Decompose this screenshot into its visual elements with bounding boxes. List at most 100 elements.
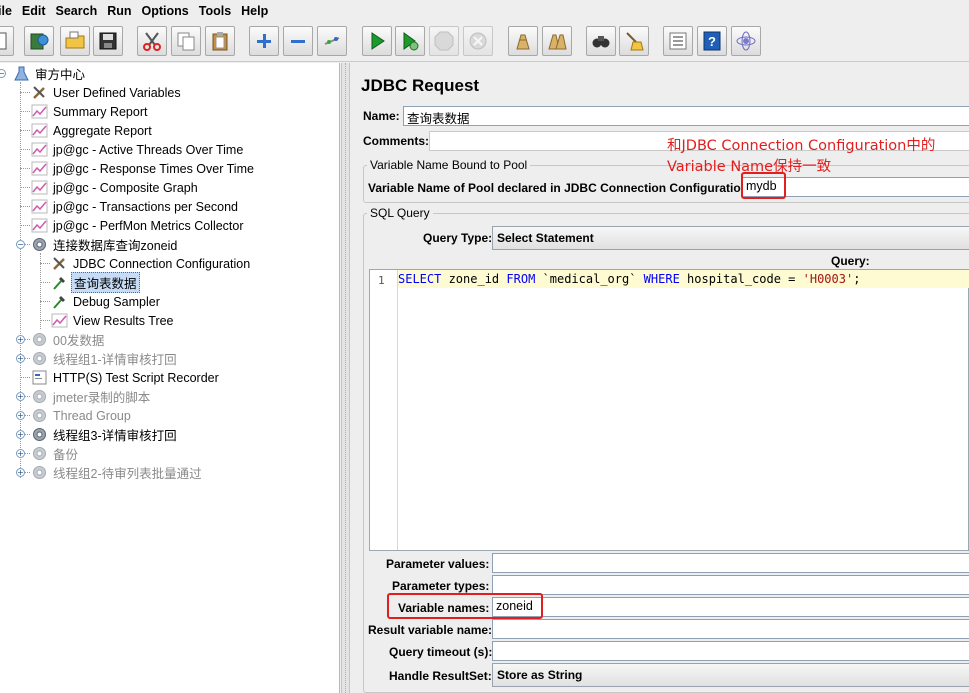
search-icon (592, 36, 610, 48)
editor-gutter: 1 (370, 270, 398, 550)
tree-item-user-defined-variables[interactable]: User Defined Variables (30, 83, 183, 102)
paste-button[interactable] (205, 26, 235, 56)
menu-help[interactable]: Help (235, 4, 272, 18)
tree-item-thread-group-3[interactable]: 线程组3-详情审核打回 (30, 425, 179, 444)
sql-token: `medical_org` (535, 272, 644, 286)
collapse-button[interactable] (283, 26, 313, 56)
expand-button[interactable] (249, 26, 279, 56)
result-variable-name-field[interactable] (492, 619, 969, 639)
sql-code-line[interactable]: SELECT zone_id FROM `medical_org` WHERE … (398, 270, 969, 288)
tree-expander[interactable]: + (16, 392, 25, 401)
tree-item-response-times[interactable]: jp@gc - Response Times Over Time (30, 159, 256, 178)
tree-expander[interactable]: + (16, 468, 25, 477)
function-helper-icon (669, 32, 687, 50)
tree-item-backup[interactable]: 备份 (30, 444, 80, 463)
sql-editor[interactable]: 1 SELECT zone_id FROM `medical_org` WHER… (369, 269, 969, 551)
copy-button[interactable] (171, 26, 201, 56)
wrench-icon (50, 255, 68, 272)
new-button[interactable] (0, 26, 14, 56)
menu-options[interactable]: Options (136, 4, 193, 18)
tree-expander[interactable]: + (16, 335, 25, 344)
start-button[interactable] (362, 26, 392, 56)
tree-item-perfmon[interactable]: jp@gc - PerfMon Metrics Collector (30, 216, 246, 235)
split-pane-divider[interactable] (341, 63, 350, 693)
tree-expander[interactable]: + (16, 354, 25, 363)
tree-expander[interactable]: + (16, 449, 25, 458)
tree-item-aggregate-report[interactable]: Aggregate Report (30, 121, 154, 140)
start-no-pauses-button[interactable] (395, 26, 425, 56)
remote-button[interactable] (731, 26, 761, 56)
tree-item-jdbc-connection-config[interactable]: JDBC Connection Configuration (50, 254, 252, 273)
new-icon (0, 32, 7, 50)
parameter-values-field[interactable] (492, 553, 969, 573)
search-button[interactable] (586, 26, 616, 56)
tree-item-label: JDBC Connection Configuration (73, 256, 251, 271)
menu-file[interactable]: ile (0, 4, 16, 18)
name-field[interactable]: 查询表数据 (403, 106, 969, 126)
tree-item-label: 审方中心 (35, 68, 86, 82)
tree-item-active-threads[interactable]: jp@gc - Active Threads Over Time (30, 140, 245, 159)
menu-tools[interactable]: Tools (193, 4, 235, 18)
function-helper-button[interactable] (663, 26, 693, 56)
tree-item-label: Summary Report (53, 104, 148, 119)
menu-search[interactable]: Search (50, 4, 102, 18)
tree-expander[interactable]: − (0, 69, 6, 78)
tree-item-label: User Defined Variables (53, 85, 181, 100)
toggle-button[interactable] (317, 26, 347, 56)
test-plan-tree[interactable]: − 审方中心 User Defined Variables Summary Repor… (0, 63, 340, 693)
tree-item-view-results-tree[interactable]: View Results Tree (50, 311, 176, 330)
tree-item-http-recorder[interactable]: HTTP(S) Test Script Recorder (30, 368, 221, 387)
tree-item-label: 线程组2-待审列表批量通过 (53, 467, 202, 481)
wrench-icon (30, 84, 48, 101)
tree-item-jdbc-request[interactable]: 查询表数据 (50, 272, 140, 293)
clear-button[interactable] (508, 26, 538, 56)
remote-icon (736, 31, 756, 51)
tree-item-composite-graph[interactable]: jp@gc - Composite Graph (30, 178, 200, 197)
gear-icon (30, 445, 48, 462)
start-no-pause-icon (403, 32, 419, 51)
tree-expander[interactable]: − (16, 240, 25, 249)
graph-icon (30, 103, 48, 120)
parameter-values-label: Parameter values: (386, 557, 490, 571)
save-icon (99, 32, 117, 50)
tree-item-thread-group-1[interactable]: 线程组1-详情审核打回 (30, 349, 179, 368)
tree-item-summary-report[interactable]: Summary Report (30, 102, 149, 121)
tree-item-recorded-script[interactable]: jmeter录制的脚本 (30, 387, 152, 406)
tree-expander[interactable]: + (16, 411, 25, 420)
open-button[interactable] (60, 26, 90, 56)
tree-expander[interactable]: + (16, 430, 25, 439)
handle-resultset-select[interactable]: Store as String (492, 663, 969, 687)
handle-resultset-label: Handle ResultSet: (389, 669, 492, 683)
tree-item-thread-group-db-query[interactable]: 连接数据库查询zoneid (30, 235, 179, 254)
query-timeout-field[interactable] (492, 641, 969, 661)
help-button[interactable]: ? (697, 26, 727, 56)
tree-item-label: 线程组3-详情审核打回 (53, 429, 177, 443)
tree-item-thread-group[interactable]: Thread Group (30, 406, 133, 425)
tree-item-thread-group-2[interactable]: 线程组2-待审列表批量通过 (30, 463, 204, 482)
clear-all-button[interactable] (542, 26, 572, 56)
save-button[interactable] (93, 26, 123, 56)
parameter-types-field[interactable] (492, 575, 969, 595)
tree-item-thread-group-00[interactable]: 00发数据 (30, 330, 106, 349)
stop-button[interactable] (429, 26, 459, 56)
cut-button[interactable] (137, 26, 167, 56)
tree-item-root[interactable]: 审方中心 (12, 64, 87, 83)
tree-item-transactions-per-second[interactable]: jp@gc - Transactions per Second (30, 197, 240, 216)
tree-item-debug-sampler[interactable]: Debug Sampler (50, 292, 162, 311)
expand-icon (257, 34, 271, 48)
variable-names-field[interactable]: zoneid (492, 597, 969, 617)
menu-edit[interactable]: Edit (16, 4, 50, 18)
reset-search-button[interactable] (619, 26, 649, 56)
templates-button[interactable] (24, 26, 54, 56)
menu-run[interactable]: Run (101, 4, 135, 18)
test-plan-icon (12, 65, 30, 82)
tree-item-label: Thread Group (53, 408, 131, 423)
page-title: JDBC Request (361, 76, 480, 95)
line-number: 1 (378, 274, 385, 287)
query-type-select[interactable]: Select Statement (492, 226, 969, 250)
query-timeout-label: Query timeout (s): (389, 645, 493, 659)
shutdown-button[interactable] (463, 26, 493, 56)
reset-search-icon (626, 32, 644, 51)
gear-icon (30, 236, 48, 253)
sql-token: 'H0003' (802, 272, 854, 286)
